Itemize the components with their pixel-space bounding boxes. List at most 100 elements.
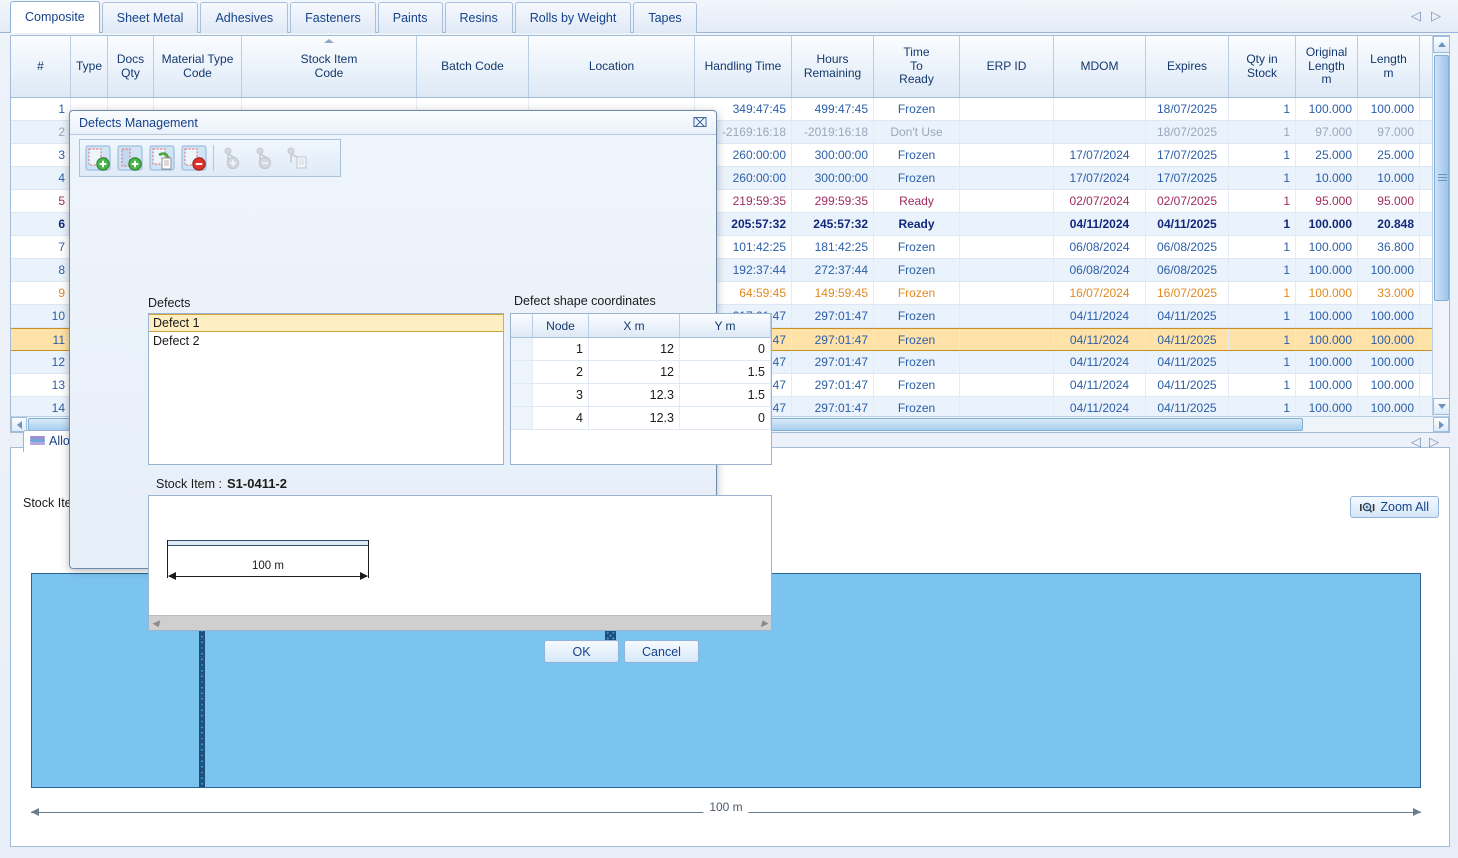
table-cell: 100.000 [1358, 374, 1420, 396]
coordinates-column-header-node[interactable]: Node [533, 314, 589, 337]
table-cell: 100.000 [1358, 329, 1420, 350]
zoom-all-button[interactable]: Zoom All [1350, 496, 1439, 518]
stock-item-preview[interactable]: 100 m ◀ ▶ [148, 495, 772, 631]
column-header-label: Stock Item Code [300, 51, 358, 80]
row-gutter[interactable] [511, 338, 533, 360]
copy-node-button[interactable] [281, 141, 313, 175]
column-header-[interactable]: # [11, 36, 71, 97]
add-defect-shape-button[interactable] [82, 141, 114, 175]
column-header-qty-in-stock[interactable]: Qty in Stock [1229, 36, 1296, 97]
row-gutter[interactable] [511, 407, 533, 429]
tab-composite[interactable]: Composite [10, 1, 100, 33]
alloc-next-icon[interactable]: ▷ [1425, 434, 1443, 450]
remove-node-button[interactable] [249, 141, 281, 175]
table-cell [960, 144, 1054, 166]
column-header-erp-id[interactable]: ERP ID [960, 36, 1054, 97]
column-header-time-to-ready[interactable]: Time To Ready [874, 36, 960, 97]
tab-prev-icon[interactable]: ◁ [1406, 8, 1426, 24]
close-icon[interactable]: ⌧ [692, 115, 708, 130]
tab-paints[interactable]: Paints [377, 2, 443, 33]
table-cell: 06/08/2024 [1054, 236, 1146, 258]
tab-sheet-metal[interactable]: Sheet Metal [101, 2, 199, 33]
column-header-docs-qty[interactable]: Docs Qty [108, 36, 154, 97]
column-header-location[interactable]: Location [529, 36, 695, 97]
coordinates-row[interactable]: 4 12.3 0 [511, 407, 771, 430]
column-header-label: Type [75, 58, 102, 73]
column-header-type[interactable]: Type [71, 36, 108, 97]
coordinates-row[interactable]: 3 12.3 1.5 [511, 384, 771, 407]
coordinates-cell[interactable]: 2 [533, 361, 589, 383]
dialog-titlebar[interactable]: Defects Management [70, 111, 716, 135]
add-node-button[interactable] [217, 141, 249, 175]
column-header-material-type-code[interactable]: Material Type Code [154, 36, 242, 97]
vertical-scroll-thumb[interactable] [1434, 55, 1449, 301]
preview-horizontal-scrollbar[interactable]: ◀ ▶ [149, 615, 771, 630]
copy-defect-button[interactable] [146, 141, 178, 175]
row-gutter[interactable] [511, 384, 533, 406]
table-cell: 04/11/2024 [1054, 213, 1146, 235]
tab-adhesives[interactable]: Adhesives [200, 2, 289, 33]
scroll-up-icon[interactable] [1433, 36, 1450, 53]
cancel-button[interactable]: Cancel [624, 640, 699, 663]
column-header-expires[interactable]: Expires [1146, 36, 1229, 97]
column-header-label: # [37, 58, 44, 73]
row-gutter[interactable] [511, 361, 533, 383]
column-header-batch-code[interactable]: Batch Code [417, 36, 529, 97]
table-cell: 499:47:45 [792, 98, 874, 120]
table-cell: 04/11/2024 [1054, 329, 1146, 350]
preview-arrow-left-icon [168, 572, 176, 580]
defect-list-item[interactable]: Defect 1 [149, 314, 503, 332]
tab-rolls-by-weight[interactable]: Rolls by Weight [514, 2, 632, 33]
ok-button[interactable]: OK [544, 640, 619, 663]
coordinates-column-header-y-m[interactable]: Y m [680, 314, 771, 337]
table-cell: 100.000 [1358, 397, 1420, 418]
coordinates-column-header-x-m[interactable]: X m [589, 314, 680, 337]
column-header-label: MDOM [1080, 58, 1119, 73]
coordinates-cell[interactable]: 12.3 [589, 407, 680, 429]
table-cell: Frozen [874, 305, 960, 327]
add-defect-strip-button[interactable] [114, 141, 146, 175]
coordinates-cell[interactable]: 3 [533, 384, 589, 406]
table-cell: Frozen [874, 259, 960, 281]
column-header-handling-time[interactable]: Handling Time [695, 36, 792, 97]
defect-coordinates-table[interactable]: Node X mY m 1 12 0 2 12 1.5 3 12.3 1.5 4 12.3 0 [510, 313, 772, 465]
table-cell: 1 [1229, 397, 1296, 418]
coordinates-cell[interactable]: 1.5 [680, 361, 771, 383]
coordinates-cell[interactable]: 1 [533, 338, 589, 360]
column-header-mdom[interactable]: MDOM [1054, 36, 1146, 97]
table-cell: 297:01:47 [792, 397, 874, 418]
defect-list-item[interactable]: Defect 2 [149, 332, 503, 350]
table-cell [960, 121, 1054, 143]
alloc-prev-icon[interactable]: ◁ [1407, 434, 1425, 450]
tab-resins[interactable]: Resins [444, 2, 513, 33]
column-header-stock-item-code[interactable]: Stock Item Code [242, 36, 417, 97]
table-cell [1054, 98, 1146, 120]
coordinates-cell[interactable]: 0 [680, 338, 771, 360]
column-header-hours-remaining[interactable]: Hours Remaining [792, 36, 874, 97]
coordinates-row[interactable]: 2 12 1.5 [511, 361, 771, 384]
tab-tapes[interactable]: Tapes [633, 2, 697, 33]
table-cell: 100.000 [1296, 282, 1358, 304]
coordinates-cell[interactable]: 4 [533, 407, 589, 429]
table-cell: 7 [11, 236, 71, 258]
delete-defect-button[interactable] [178, 141, 210, 175]
preview-scroll-left-icon[interactable]: ◀ [152, 618, 159, 629]
coordinates-cell[interactable]: 1.5 [680, 384, 771, 406]
column-header-original-length-m[interactable]: Original Length m [1296, 36, 1358, 97]
table-cell: 25.000 [1296, 144, 1358, 166]
table-cell: 100.000 [1296, 213, 1358, 235]
coordinates-cell[interactable]: 12 [589, 338, 680, 360]
table-cell: 1 [1229, 213, 1296, 235]
tab-fasteners[interactable]: Fasteners [290, 2, 376, 33]
preview-scroll-right-icon[interactable]: ▶ [761, 618, 768, 629]
scroll-down-icon[interactable] [1433, 398, 1450, 415]
coordinates-cell[interactable]: 12 [589, 361, 680, 383]
coordinates-row[interactable]: 1 12 0 [511, 338, 771, 361]
coordinates-cell[interactable]: 0 [680, 407, 771, 429]
column-header-length-m[interactable]: Length m [1358, 36, 1420, 97]
coordinates-cell[interactable]: 12.3 [589, 384, 680, 406]
table-cell: 11 [11, 329, 71, 350]
grid-vertical-scrollbar[interactable] [1432, 36, 1450, 432]
tab-next-icon[interactable]: ▷ [1426, 8, 1446, 24]
defects-list[interactable]: Defect 1 Defect 2 [148, 313, 504, 465]
